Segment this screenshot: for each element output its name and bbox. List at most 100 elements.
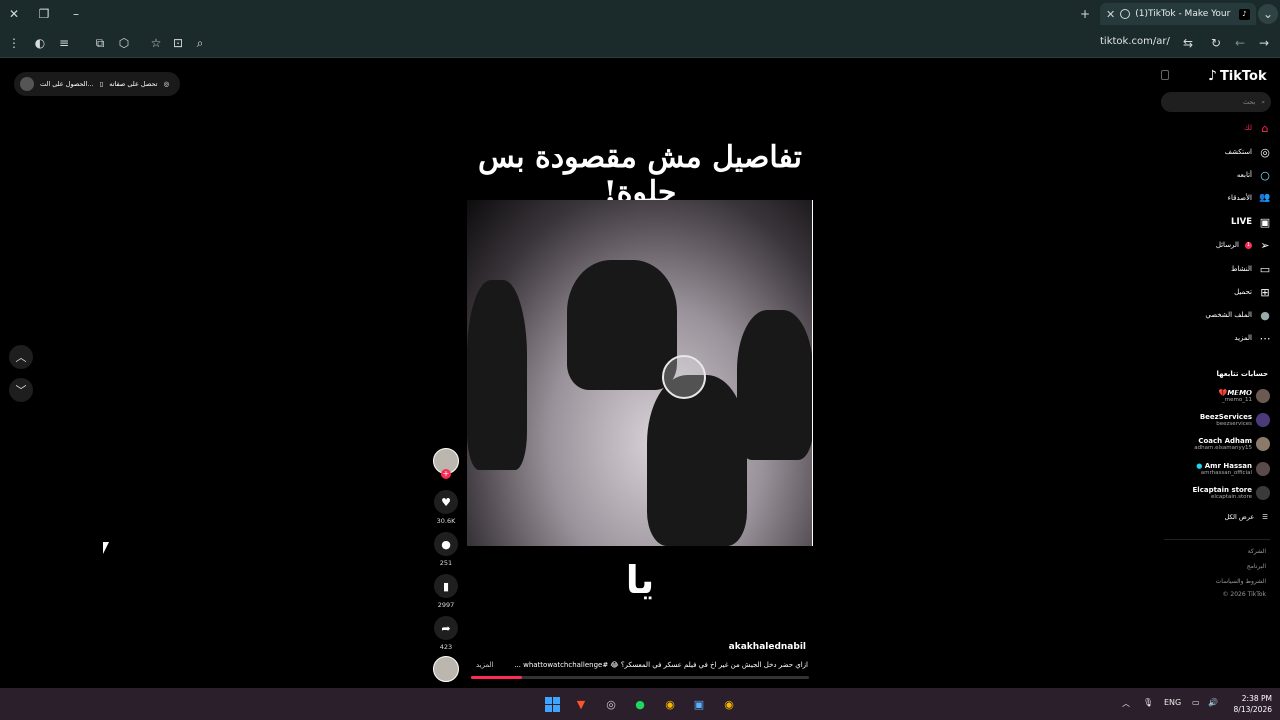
install-app-icon[interactable]: ⊡: [168, 33, 188, 53]
footer-link[interactable]: البرنامج: [1150, 563, 1266, 570]
site-settings-icon[interactable]: ⇆: [1178, 33, 1198, 53]
account-handle: elcaptain.store: [1211, 494, 1252, 500]
address-bar[interactable]: tiktok.com/ar/: [1100, 36, 1170, 47]
media-icon[interactable]: ≡: [54, 33, 74, 53]
sidebar-item-label: تحميل: [1234, 288, 1252, 296]
sidebar-item-live[interactable]: LIVE ▣: [1231, 214, 1272, 230]
share-button[interactable]: ➦ 423: [432, 616, 460, 651]
search-input[interactable]: بحث ⌕: [1161, 92, 1271, 112]
forward-icon[interactable]: →: [1254, 33, 1274, 53]
sidebar-item-upload[interactable]: تحميل ⊞: [1234, 284, 1272, 300]
phone-icon: ▯: [99, 80, 104, 88]
sidebar-item-for-you[interactable]: لك ⌂: [1244, 120, 1272, 136]
comment-button[interactable]: ● 251: [432, 532, 460, 567]
sidebar-item-following[interactable]: أتابعه ○: [1237, 167, 1272, 183]
shield-icon[interactable]: ⬡: [114, 33, 134, 53]
friends-icon: 👥: [1259, 193, 1271, 203]
zoom-icon[interactable]: ⌕: [190, 33, 210, 53]
profile-icon: ●: [1260, 308, 1270, 322]
volume-icon[interactable]: 🔊: [1208, 698, 1218, 707]
chrome-active-icon[interactable]: ◉: [720, 695, 738, 713]
language-indicator[interactable]: ENG: [1164, 698, 1181, 707]
sidebar-collapse-icon[interactable]: [1161, 70, 1169, 80]
followed-account[interactable]: BeezServices beezservices: [1150, 413, 1270, 427]
sidebar-item-more[interactable]: المزيد ⋯: [1234, 330, 1272, 346]
follow-plus-icon[interactable]: +: [441, 469, 451, 479]
footer-link[interactable]: الشروط والسياسات: [1150, 578, 1266, 585]
comment-count: 251: [439, 559, 453, 567]
chevron-down-icon: ﹀: [15, 384, 27, 397]
followed-account[interactable]: ● Amr Hassan amrhassan_official: [1150, 462, 1270, 476]
footer-link[interactable]: الشركة: [1150, 548, 1266, 555]
system-clock[interactable]: 2:38 PM 8/13/2026: [1222, 693, 1272, 715]
upload-icon: ⊞: [1260, 285, 1270, 299]
creator-avatar-button[interactable]: +: [432, 448, 460, 479]
clock-time: 2:38 PM: [1241, 694, 1272, 703]
account-handle: beezservices: [1216, 421, 1252, 427]
video-author[interactable]: akakhalednabil: [600, 642, 806, 652]
next-video-button[interactable]: ﹀: [9, 378, 33, 402]
followed-account[interactable]: Elcaptain store elcaptain.store: [1150, 486, 1270, 500]
account-name: 💔𝙈𝙀𝙈𝙊: [1218, 389, 1252, 397]
previous-video-button[interactable]: ︿: [9, 345, 33, 369]
divider: [1164, 539, 1270, 540]
sidebar-item-label: استكشف: [1224, 148, 1252, 156]
reload-icon[interactable]: ↻: [1206, 33, 1226, 53]
sidebar-item-explore[interactable]: استكشف ◎: [1225, 144, 1272, 160]
search-placeholder: بحث: [1242, 98, 1256, 106]
microphone-icon[interactable]: 🎙: [1143, 698, 1153, 707]
activity-icon: ▭: [1259, 262, 1271, 276]
video-progress-bar[interactable]: [471, 676, 809, 679]
close-window-icon[interactable]: ✕: [4, 4, 24, 24]
sidebar-item-label: الأصدقاء: [1227, 194, 1252, 202]
minimize-window-icon[interactable]: –: [66, 4, 86, 24]
chrome-icon[interactable]: ◉: [661, 695, 679, 713]
comment-icon: ●: [434, 532, 458, 556]
sidebar-item-friends[interactable]: الأصدقاء 👥: [1228, 190, 1272, 206]
sidebar-item-messages[interactable]: الرسائل 1 ➢: [1216, 237, 1272, 253]
like-button[interactable]: ♥ 30.6K: [432, 490, 460, 525]
sidebar-item-profile[interactable]: الملف الشخصي ●: [1205, 307, 1272, 323]
heart-icon: ♥: [434, 490, 458, 514]
promo-text-1: تحصل على صفاته: [109, 80, 158, 88]
back-icon[interactable]: ←: [1230, 33, 1250, 53]
new-tab-button[interactable]: +: [1075, 4, 1095, 24]
sidebar-item-activity[interactable]: النشاط ▭: [1231, 261, 1272, 277]
followed-account[interactable]: 💔𝙈𝙀𝙈𝙊 _memo_11: [1150, 389, 1270, 403]
logo-text: TikTok: [1219, 68, 1267, 84]
following-icon: ○: [1260, 168, 1270, 182]
following-accounts-title: حسابات تتابعها: [1216, 370, 1268, 378]
file-explorer-icon[interactable]: ▣: [690, 695, 708, 713]
spotify-icon[interactable]: ●: [631, 695, 649, 713]
start-button[interactable]: [543, 695, 561, 713]
sidebar-item-label: الملف الشخصي: [1205, 311, 1252, 319]
tab-tiktok[interactable]: ✕ (1)TikTok - Make Your Day ♪: [1100, 3, 1256, 25]
video-player[interactable]: [467, 200, 813, 546]
promo-text-2: الحصول على الت...: [40, 80, 94, 88]
bookmark-star-icon[interactable]: ☆: [146, 33, 166, 53]
network-icon[interactable]: ▭: [1192, 698, 1200, 707]
tab-search-icon[interactable]: ⌄: [1258, 4, 1278, 24]
menu-dots-icon[interactable]: ⋮: [4, 33, 24, 53]
bookmark-icon: ▮: [434, 574, 458, 598]
get-app-banner[interactable]: الحصول على الت... ▯ تحصل على صفاته ◎: [14, 72, 180, 96]
avatar: [1256, 437, 1270, 451]
save-button[interactable]: ▮ 2997: [432, 574, 460, 609]
avatar: [433, 656, 459, 682]
plate-object: [662, 355, 706, 399]
more-icon: ⋯: [1259, 331, 1271, 345]
video-description: ازاي حضر دخل الجيش من غير اخ في فيلم عسك…: [514, 661, 808, 669]
followed-account[interactable]: Coach Adham adham.elsamanyy15: [1150, 437, 1270, 451]
more-link[interactable]: المزيد: [476, 661, 494, 669]
brave-browser-icon[interactable]: ▼: [572, 695, 590, 713]
tab-close-icon[interactable]: ✕: [1106, 8, 1115, 21]
see-all-button[interactable]: عرض الكل ☰: [1150, 513, 1268, 521]
music-avatar-button[interactable]: [432, 656, 460, 682]
browser-toolbar: ⋮ ◐ ≡ ⧉ ⬡ ☆ ⊡ ⌕ ⇆ ↻ ← →: [0, 28, 1280, 58]
extension-icon[interactable]: ◐: [30, 33, 50, 53]
tray-overflow-icon[interactable]: ︿: [1122, 698, 1130, 709]
puzzle-icon[interactable]: ⧉: [90, 33, 110, 53]
tiktok-logo[interactable]: ♪ TikTok: [1208, 68, 1267, 84]
app-icon[interactable]: ◎: [602, 695, 620, 713]
restore-window-icon[interactable]: ❐: [34, 4, 54, 24]
